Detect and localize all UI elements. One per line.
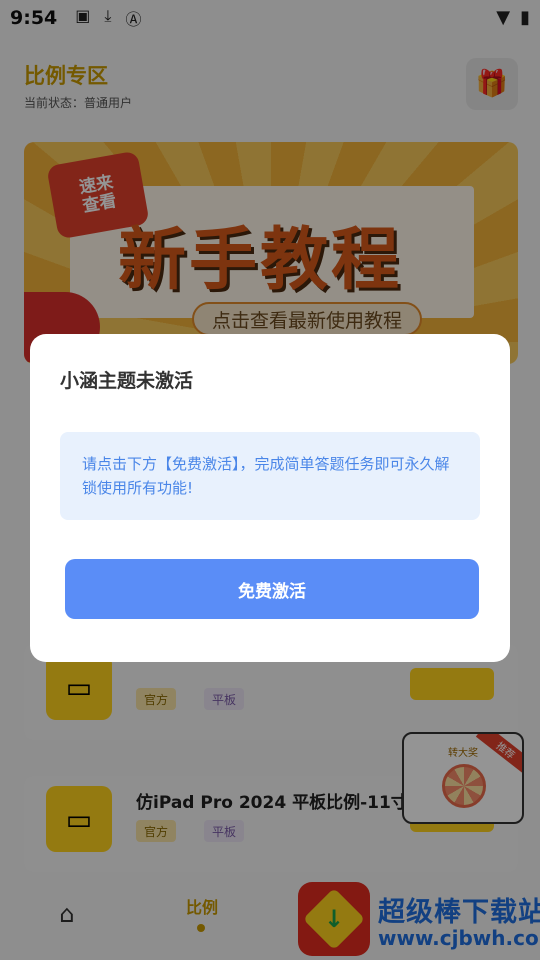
activation-dialog: 小涵主题未激活 请点击下方【免费激活】，完成简单答题任务即可永久解锁使用所有功能… — [30, 334, 510, 662]
dialog-title: 小涵主题未激活 — [60, 370, 194, 392]
dialog-message: 请点击下方【免费激活】，完成简单答题任务即可永久解锁使用所有功能! — [60, 432, 480, 520]
free-activate-button[interactable]: 免费激活 — [65, 559, 479, 619]
